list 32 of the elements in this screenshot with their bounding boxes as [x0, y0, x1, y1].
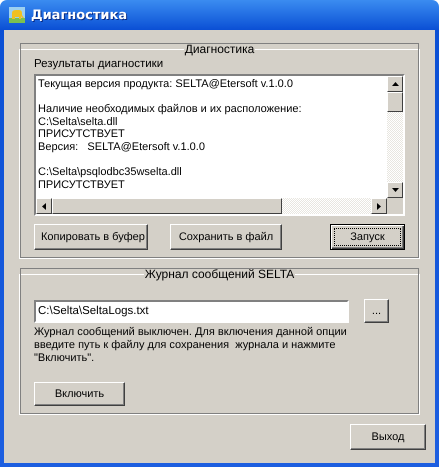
scroll-left-button[interactable] [36, 198, 52, 214]
log-note: Журнал сообщений выключен. Для включения данной опции введите путь к файлу для сохранения журнала и нажмите "Включить". [34, 326, 348, 365]
scroll-corner [387, 198, 403, 214]
scroll-thumb[interactable] [52, 198, 282, 214]
group-title: Диагностика [184, 42, 256, 56]
scroll-thumb[interactable] [387, 92, 403, 112]
scroll-right-button[interactable] [371, 198, 387, 214]
window-title: Диагностика [31, 8, 128, 22]
group-title: Журнал сообщений SELTA [144, 267, 296, 281]
results-text-area[interactable]: Текущая версия продукта: SELTA@Etersoft v.1.0.0 Наличие необходимых файлов и их расположение: C:\Selta\selta.dll ПРИСУТСТВУЕТ Версия: SELTA@Etersoft v.1.0.0 C:\Selta\psqlodbc35wselta.dll ПРИСУТСТВУЕТ [34, 74, 405, 216]
action-button[interactable]: Запуск [330, 224, 405, 250]
log-line: Версия: SELTA@Etersoft v.1.0.0 [38, 140, 205, 154]
log-line: C:\Selta\selta.dll [38, 116, 118, 128]
enable-button[interactable]: Включить [34, 382, 125, 406]
log-line: Текущая версия продукта: SELTA@Etersoft v.1.0.0 [38, 78, 293, 91]
up-arrow-icon [392, 82, 398, 86]
log-line: ПРИСУТСТВУЕТ [38, 178, 125, 192]
down-arrow-icon [392, 188, 398, 192]
log-line: Наличие необходимых файлов и их расположение: [38, 103, 302, 116]
path-field[interactable]: C:\Selta\SeltaLogs.txt [34, 300, 349, 322]
scroll-up-button[interactable] [387, 76, 403, 92]
log-line: ПРИСУТСТВУЕТ [38, 128, 125, 141]
results-label: Результаты диагностики [34, 58, 164, 70]
elephant-icon [9, 7, 25, 23]
browse-button[interactable]: ... [364, 299, 389, 323]
action-button[interactable]: Сохранить в файл [170, 224, 282, 250]
exit-button[interactable]: Выход [350, 424, 426, 450]
left-arrow-icon [42, 202, 46, 210]
action-button[interactable]: Копировать в буфер [34, 224, 148, 250]
log-line: C:\Selta\psqlodbc35wselta.dll [38, 166, 182, 179]
right-arrow-icon [377, 202, 381, 210]
scroll-down-button[interactable] [387, 182, 403, 198]
